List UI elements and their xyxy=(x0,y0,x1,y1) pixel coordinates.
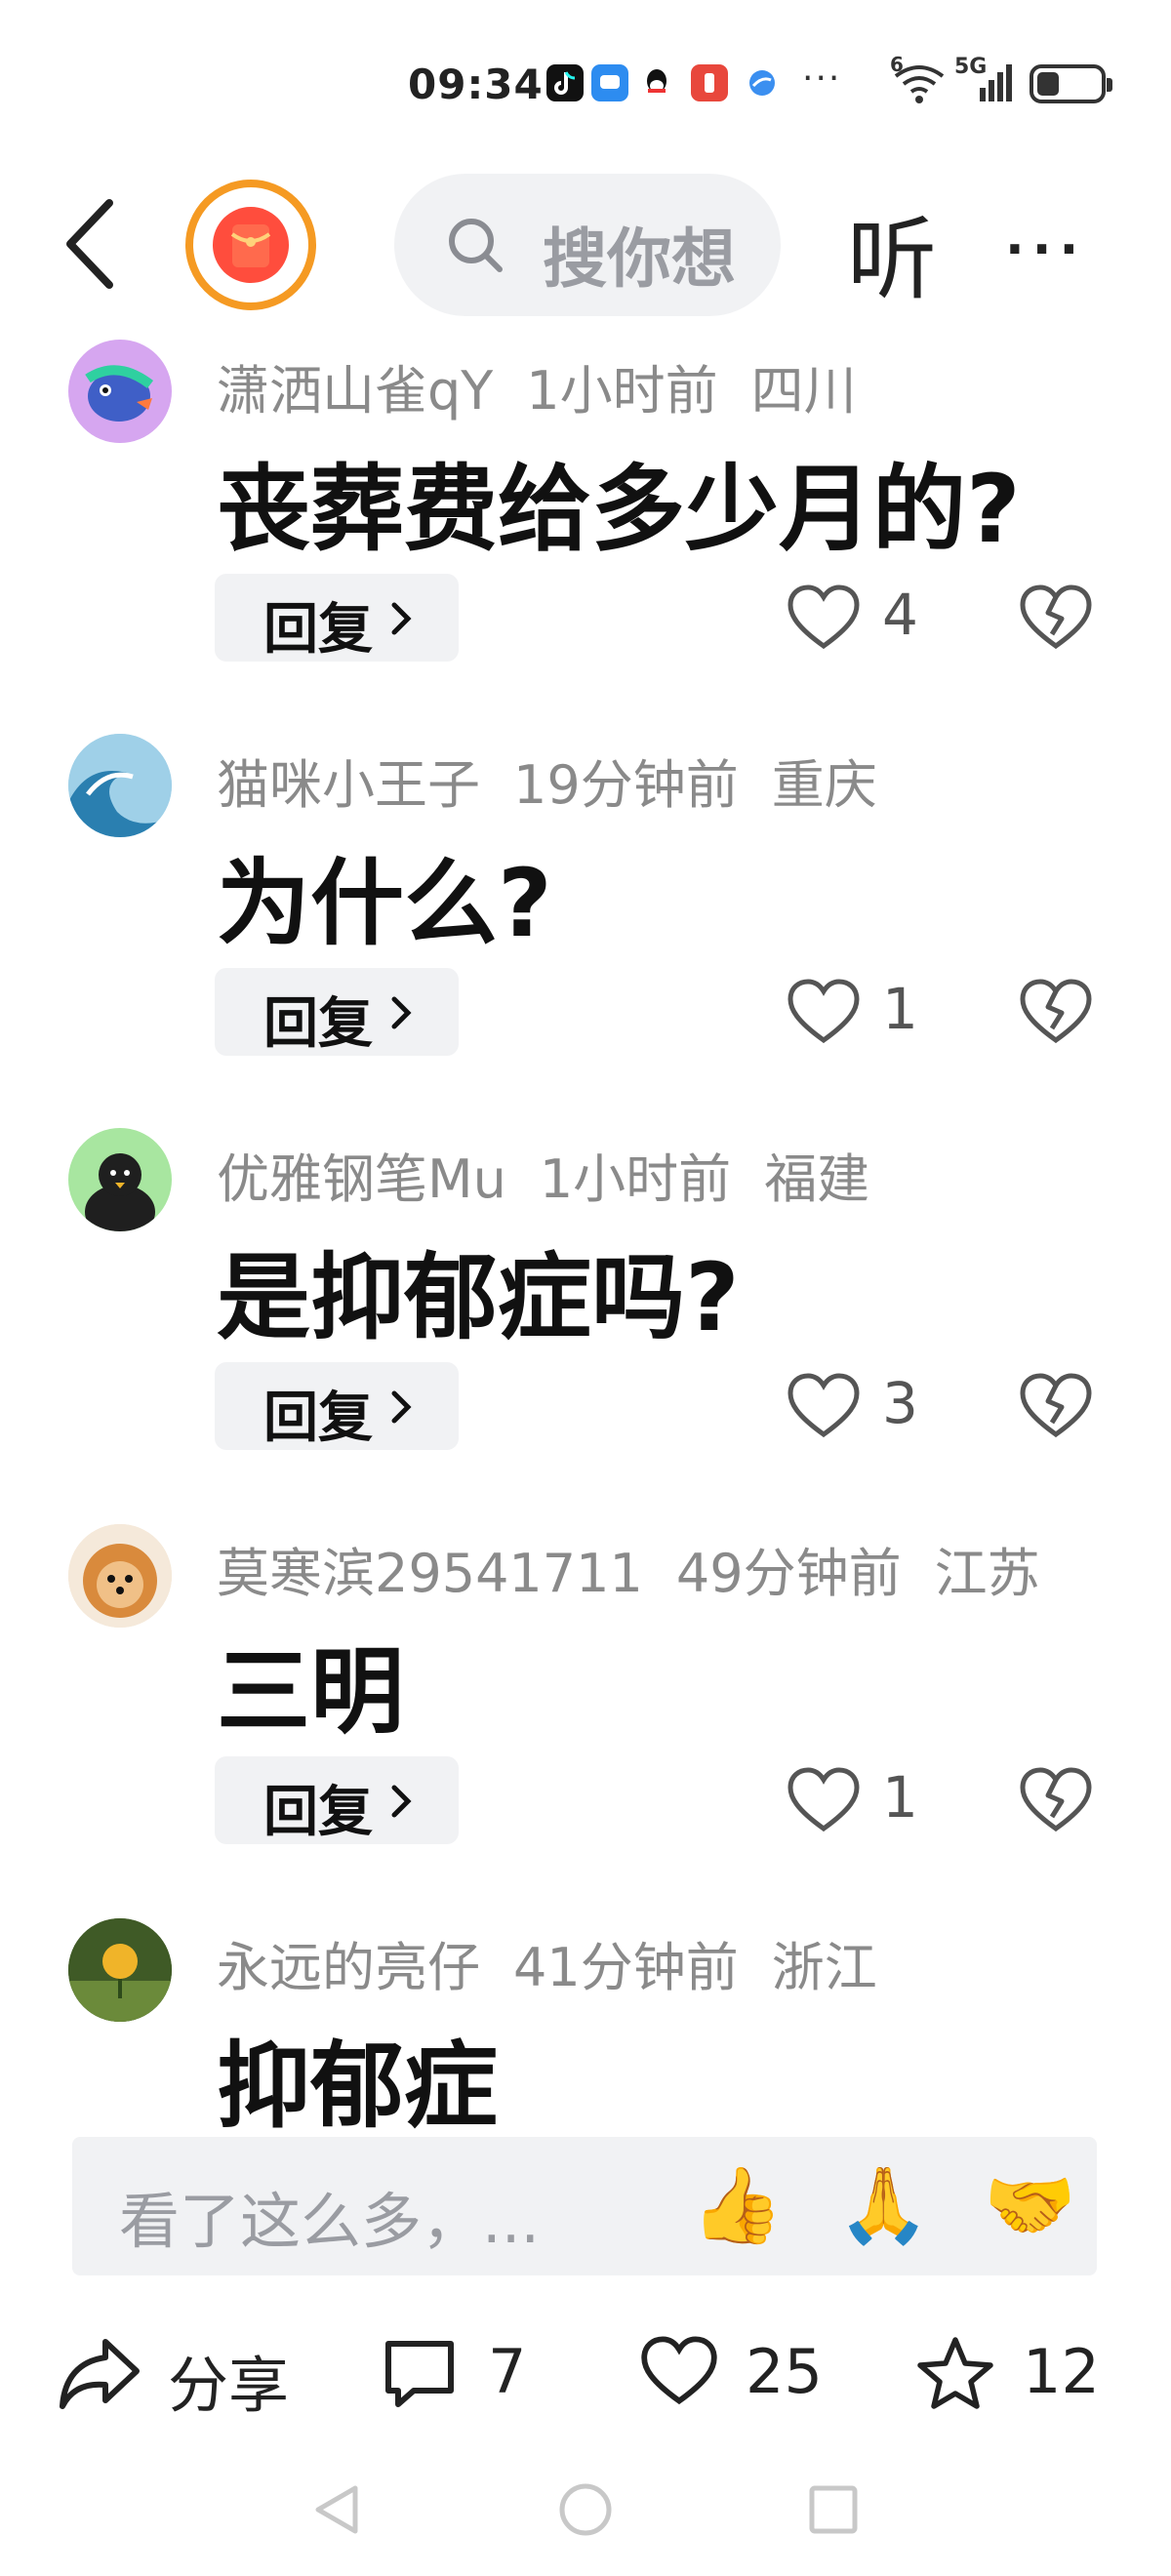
reply-button[interactable]: 回复 xyxy=(215,968,459,1056)
comment-text: 抑郁症 xyxy=(217,2032,498,2141)
comment-meta: 永远的亮仔 41分钟前 浙江 xyxy=(217,1924,877,2001)
like-count: 1 xyxy=(882,1764,918,1831)
comment-count: 7 xyxy=(488,2336,527,2407)
more-options-button[interactable]: ··· xyxy=(1005,221,1086,279)
tiktok-notification-icon xyxy=(546,64,584,101)
comment-username[interactable]: 潇洒山雀qY xyxy=(217,360,493,422)
reply-label: 回复 xyxy=(263,1781,373,1844)
back-button[interactable] xyxy=(61,195,119,293)
search-icon xyxy=(449,219,503,272)
red-packet-button[interactable] xyxy=(185,180,316,310)
battery-icon xyxy=(1030,64,1112,103)
comment-meta: 莫寒滨29541711 49分钟前 江苏 xyxy=(217,1530,1040,1607)
qq-notification-icon xyxy=(638,64,675,101)
comment-meta: 潇洒山雀qY 1小时前 四川 xyxy=(217,347,857,424)
heart-icon[interactable] xyxy=(787,978,861,1046)
reply-button[interactable]: 回复 xyxy=(215,574,459,662)
comment-text: 丧葬费给多少月的? xyxy=(217,455,1021,564)
share-icon xyxy=(60,2339,140,2409)
favorite-count: 12 xyxy=(1023,2336,1100,2407)
status-time: 09:34 xyxy=(408,60,544,108)
reply-label: 回复 xyxy=(263,992,373,1056)
chevron-right-icon xyxy=(391,996,412,1029)
comment-username[interactable]: 永远的亮仔 xyxy=(217,1937,480,1998)
comment-time: 1小时前 xyxy=(539,1148,732,1210)
heart-icon[interactable] xyxy=(787,584,861,652)
comment-region: 江苏 xyxy=(934,1543,1040,1604)
avatar[interactable] xyxy=(68,340,172,443)
comment-time: 1小时前 xyxy=(526,360,718,422)
comment-text: 是抑郁症吗? xyxy=(217,1243,740,1352)
comment-username[interactable]: 优雅钢笔Mu xyxy=(217,1148,506,1210)
like-count: 4 xyxy=(882,582,918,648)
wifi-icon: 6 xyxy=(890,53,949,105)
heart-icon xyxy=(641,2336,717,2405)
battery-level xyxy=(1037,72,1059,96)
comment-region: 福建 xyxy=(764,1148,870,1210)
comment-meta: 猫咪小王子 19分钟前 重庆 xyxy=(217,742,877,819)
red-envelope-icon xyxy=(213,207,289,283)
pray-emoji-button[interactable]: 🙏 xyxy=(837,2160,930,2250)
cellular-signal-icon: 5G xyxy=(954,55,1013,105)
search-placeholder: 搜你想 xyxy=(543,221,736,297)
share-button[interactable]: 分享 xyxy=(59,2322,303,2421)
chevron-left-icon xyxy=(66,199,113,289)
favorite-button[interactable]: 12 xyxy=(915,2322,1110,2420)
reply-button[interactable]: 回复 xyxy=(215,1756,459,1844)
app-notification-icon xyxy=(691,64,728,101)
comment-region: 重庆 xyxy=(771,754,877,816)
avatar[interactable] xyxy=(68,1524,172,1628)
broken-heart-icon[interactable] xyxy=(1019,1372,1093,1440)
comment-meta: 优雅钢笔Mu 1小时前 福建 xyxy=(217,1136,869,1213)
handshake-emoji-button[interactable]: 🤝 xyxy=(984,2160,1076,2250)
chevron-right-icon xyxy=(391,602,412,635)
nav-back-button[interactable] xyxy=(308,2480,363,2539)
comment-time: 49分钟前 xyxy=(675,1543,902,1604)
comment-username[interactable]: 莫寒滨29541711 xyxy=(217,1543,643,1604)
broken-heart-icon[interactable] xyxy=(1019,978,1093,1046)
comment-time: 19分钟前 xyxy=(513,754,739,816)
broken-heart-icon[interactable] xyxy=(1019,1766,1093,1834)
chevron-right-icon xyxy=(391,1785,412,1818)
thumbs-up-emoji-button[interactable]: 👍 xyxy=(691,2160,784,2250)
like-count: 25 xyxy=(746,2336,823,2407)
reply-label: 回复 xyxy=(263,598,373,662)
chevron-right-icon xyxy=(391,1390,412,1424)
listen-button[interactable]: 听 xyxy=(847,187,937,317)
nav-recents-button[interactable] xyxy=(806,2480,861,2539)
search-bar[interactable]: 搜你想 xyxy=(394,174,781,316)
browser-notification-icon xyxy=(744,64,781,101)
broken-heart-icon[interactable] xyxy=(1019,584,1093,652)
avatar[interactable] xyxy=(68,1128,172,1231)
comment-region: 浙江 xyxy=(771,1937,877,1998)
cell-label: 5G xyxy=(954,55,988,79)
nav-home-button[interactable] xyxy=(556,2480,615,2539)
comment-region: 四川 xyxy=(750,360,857,422)
comment-bubble-icon xyxy=(385,2341,454,2407)
message-notification-icon xyxy=(591,64,628,101)
avatar[interactable] xyxy=(68,1918,172,2022)
star-icon xyxy=(917,2337,993,2409)
comment-input[interactable]: 看了这么多，... 👍 🙏 🤝 xyxy=(72,2137,1097,2275)
comment-button[interactable]: 7 xyxy=(381,2322,556,2420)
share-label: 分享 xyxy=(168,2350,290,2421)
status-bar: 09:34 ··· 6 5G xyxy=(0,0,1171,171)
avatar[interactable] xyxy=(68,734,172,837)
comment-text: 为什么? xyxy=(217,849,552,958)
like-post-button[interactable]: 25 xyxy=(640,2322,835,2420)
wifi-label: 6 xyxy=(890,53,904,76)
comment-text: 三明 xyxy=(217,1637,404,1747)
heart-icon[interactable] xyxy=(787,1766,861,1834)
reply-label: 回复 xyxy=(263,1387,373,1450)
like-count: 1 xyxy=(882,976,918,1042)
comment-input-placeholder: 看了这么多，... xyxy=(119,2186,541,2257)
comment-username[interactable]: 猫咪小王子 xyxy=(217,754,480,816)
heart-icon[interactable] xyxy=(787,1372,861,1440)
comment-time: 41分钟前 xyxy=(513,1937,739,1998)
more-notifications-icon: ··· xyxy=(802,59,842,99)
reply-button[interactable]: 回复 xyxy=(215,1362,459,1450)
like-count: 3 xyxy=(882,1370,918,1436)
